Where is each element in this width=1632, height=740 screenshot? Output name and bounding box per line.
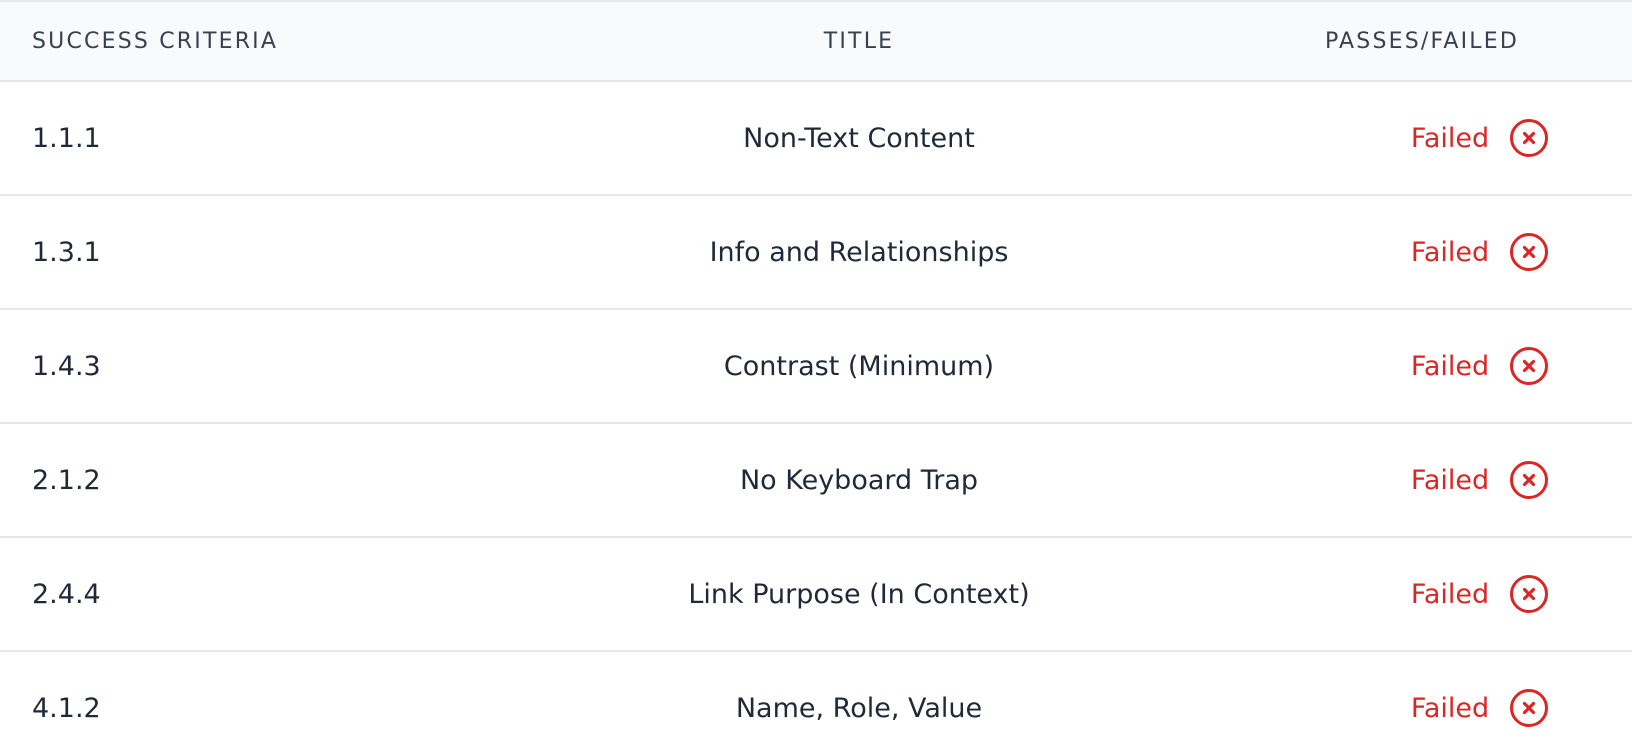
criteria-title: Contrast (Minimum) — [723, 350, 995, 382]
header-passes-failed-label: PASSES/FAILED — [1325, 28, 1519, 54]
status-badge: Failed — [1411, 118, 1549, 158]
status-badge: Failed — [1411, 232, 1549, 272]
table-row: 1.1.1 Non-Text Content Failed — [0, 82, 1632, 196]
table-row: 4.1.2 Name, Role, Value Failed — [0, 652, 1632, 740]
status-badge: Failed — [1411, 346, 1549, 386]
table-row: 2.1.2 No Keyboard Trap Failed — [0, 424, 1632, 538]
status-label: Failed — [1410, 236, 1490, 268]
status-badge: Failed — [1411, 460, 1549, 500]
status-badge: Failed — [1411, 688, 1549, 728]
header-passes-failed: PASSES/FAILED — [1266, 2, 1578, 80]
results-table: SUCCESS CRITERIA TITLE PASSES/FAILED 1.1… — [0, 0, 1632, 740]
status-label: Failed — [1410, 350, 1490, 382]
status-label: Failed — [1410, 578, 1490, 610]
x-circle-icon — [1510, 689, 1549, 727]
status-cell: Failed — [1266, 538, 1578, 650]
criteria-title: Link Purpose (In Context) — [688, 578, 1030, 610]
x-circle-icon — [1510, 233, 1549, 271]
x-circle-icon — [1510, 119, 1549, 157]
status-cell: Failed — [1266, 310, 1578, 422]
x-circle-icon — [1510, 461, 1549, 499]
table-row: 2.4.4 Link Purpose (In Context) Failed — [0, 538, 1632, 652]
status-label: Failed — [1410, 122, 1490, 154]
table-row: 1.4.3 Contrast (Minimum) Failed — [0, 310, 1632, 424]
header-title-label: TITLE — [823, 28, 895, 54]
status-cell: Failed — [1266, 652, 1578, 740]
status-label: Failed — [1410, 692, 1490, 724]
criteria-title: Non-Text Content — [743, 122, 975, 154]
criteria-title: Name, Role, Value — [735, 692, 983, 724]
criteria-title: No Keyboard Trap — [739, 464, 979, 496]
status-label: Failed — [1410, 464, 1490, 496]
x-circle-icon — [1510, 575, 1549, 613]
status-cell: Failed — [1266, 196, 1578, 308]
table-header: SUCCESS CRITERIA TITLE PASSES/FAILED — [0, 2, 1632, 82]
status-cell: Failed — [1266, 424, 1578, 536]
x-circle-icon — [1510, 347, 1549, 385]
criteria-title: Info and Relationships — [709, 236, 1009, 268]
table-row: 1.3.1 Info and Relationships Failed — [0, 196, 1632, 310]
status-badge: Failed — [1411, 574, 1549, 614]
status-cell: Failed — [1266, 82, 1578, 194]
